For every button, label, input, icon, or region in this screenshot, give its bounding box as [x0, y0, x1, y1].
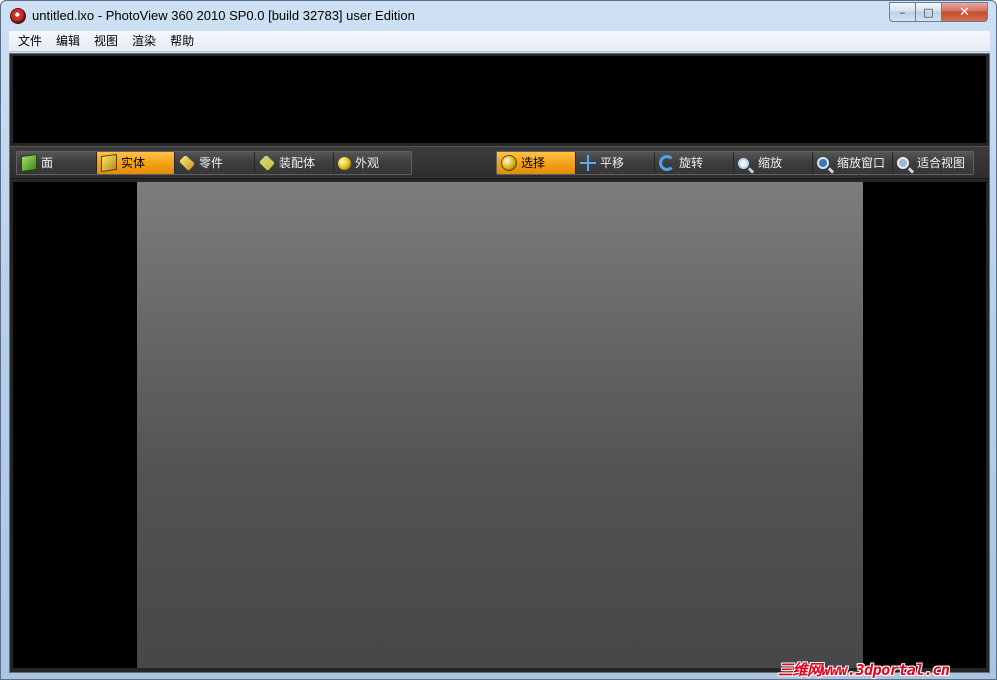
tool-zoom-button[interactable]: 缩放: [734, 152, 813, 174]
pan-icon: [580, 155, 596, 171]
select-icon: [501, 155, 517, 171]
filter-face-button[interactable]: 面: [17, 152, 97, 174]
solid-cube-icon: [101, 153, 117, 173]
main-toolbar: 面 实体 零件 装配体 外观 选择 平移 旋转 缩放 缩放窗口 适合视图: [10, 146, 989, 179]
part-icon: [179, 155, 195, 171]
menu-bar: 文件 编辑 视图 渲染 帮助: [9, 31, 990, 52]
render-canvas[interactable]: [137, 182, 863, 668]
appearance-sphere-icon: [338, 156, 351, 170]
window-title: untitled.lxo - PhotoView 360 2010 SP0.0 …: [32, 8, 415, 23]
filter-part-button[interactable]: 零件: [175, 152, 255, 174]
close-button[interactable]: ✕: [942, 2, 988, 22]
tool-select-button[interactable]: 选择: [497, 152, 576, 174]
rotate-icon: [659, 155, 675, 171]
zoom-fit-icon: [897, 157, 909, 169]
menu-edit[interactable]: 编辑: [49, 31, 87, 52]
filter-assembly-label: 装配体: [279, 156, 316, 170]
tool-zoom-window-label: 缩放窗口: [837, 156, 886, 170]
caption-buttons: – □ ✕: [889, 2, 988, 22]
filter-appearance-button[interactable]: 外观: [334, 152, 411, 174]
close-icon: ✕: [959, 4, 970, 20]
menu-render[interactable]: 渲染: [125, 31, 163, 52]
menu-help[interactable]: 帮助: [163, 31, 201, 52]
client-area: 面 实体 零件 装配体 外观 选择 平移 旋转 缩放 缩放窗口 适合视图: [9, 53, 990, 673]
tool-pan-button[interactable]: 平移: [576, 152, 655, 174]
filter-solid-button[interactable]: 实体: [97, 152, 175, 174]
filter-face-label: 面: [41, 156, 54, 170]
maximize-icon: □: [923, 5, 934, 19]
view-tools-group: 选择 平移 旋转 缩放 缩放窗口 适合视图: [496, 151, 974, 175]
tool-rotate-label: 旋转: [679, 156, 704, 170]
watermark-text: 三维网www.3dportal.cn: [778, 661, 950, 679]
tool-zoom-window-button[interactable]: 缩放窗口: [813, 152, 893, 174]
tool-zoom-fit-button[interactable]: 适合视图: [893, 152, 973, 174]
filter-part-label: 零件: [199, 156, 224, 170]
filter-appearance-label: 外观: [355, 156, 380, 170]
tool-zoom-label: 缩放: [758, 156, 783, 170]
minimize-button[interactable]: –: [889, 2, 916, 22]
tool-rotate-button[interactable]: 旋转: [655, 152, 734, 174]
selection-filter-group: 面 实体 零件 装配体 外观: [16, 151, 412, 175]
maximize-button[interactable]: □: [916, 2, 942, 22]
assembly-icon: [259, 155, 275, 171]
minimize-icon: –: [899, 5, 906, 19]
face-cube-icon: [21, 153, 37, 173]
render-viewport[interactable]: [13, 182, 986, 668]
filter-solid-label: 实体: [121, 156, 146, 170]
app-window: untitled.lxo - PhotoView 360 2010 SP0.0 …: [0, 0, 997, 680]
menu-file[interactable]: 文件: [11, 31, 49, 52]
filter-assembly-button[interactable]: 装配体: [255, 152, 334, 174]
app-icon[interactable]: [10, 8, 26, 24]
tool-select-label: 选择: [521, 156, 546, 170]
tool-zoom-fit-label: 适合视图: [917, 156, 966, 170]
tool-pan-label: 平移: [600, 156, 625, 170]
menu-view[interactable]: 视图: [87, 31, 125, 52]
resize-grip[interactable]: [984, 669, 992, 677]
title-bar[interactable]: untitled.lxo - PhotoView 360 2010 SP0.0 …: [1, 1, 996, 31]
zoom-window-icon: [817, 157, 829, 169]
top-preview-panel: [13, 56, 986, 143]
zoom-icon: [738, 157, 749, 169]
